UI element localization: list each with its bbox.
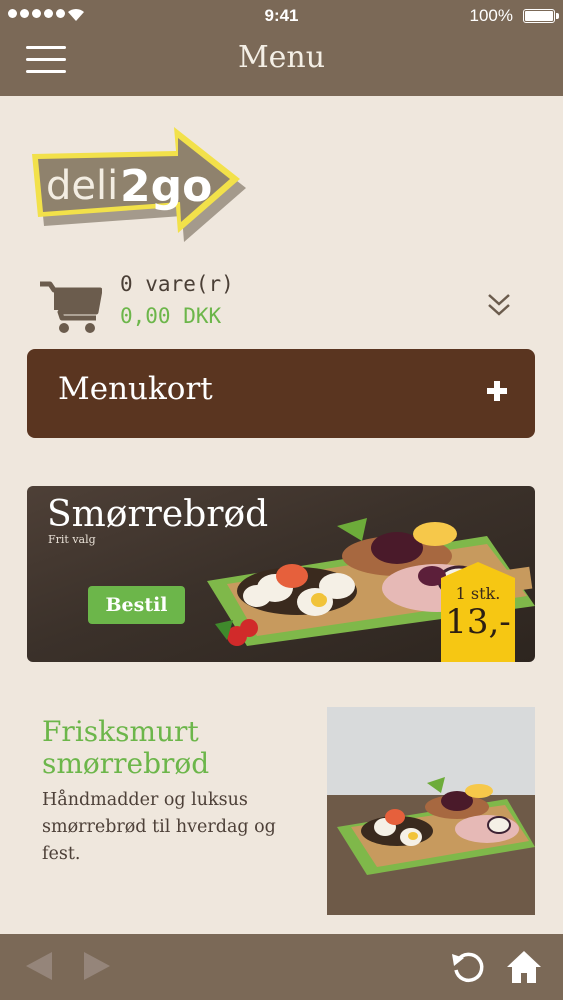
bestil-button[interactable]: Bestil [88, 586, 185, 624]
battery-percent: 100% [469, 6, 513, 25]
plus-icon [487, 381, 507, 401]
smorrebrod-photo[interactable] [327, 707, 535, 915]
info-description: Håndmadder og luksus smørrebrød til hver… [42, 790, 276, 864]
price-quantity: 1 stk. [455, 584, 501, 603]
info-title[interactable]: Frisksmurt smørrebrød [42, 716, 292, 780]
smorrebrod-banner[interactable]: Smørrebrød Frit valg Bestil 1 stk. 13,- [27, 486, 535, 662]
page-title: Menu [237, 40, 326, 75]
cart-total: 0,00 DKK [120, 304, 222, 328]
svg-text:deli: deli [46, 163, 118, 209]
price-value: 13,- [445, 602, 511, 642]
menukort-button[interactable]: Menukort [27, 349, 535, 438]
arrow-right-icon[interactable] [82, 950, 112, 982]
svg-text:2go: 2go [120, 161, 212, 212]
battery-icon [523, 9, 559, 23]
arrow-left-icon[interactable] [24, 950, 54, 982]
chevron-double-down-icon[interactable] [486, 292, 512, 318]
bottom-toolbar [0, 934, 563, 1000]
cart-icon [40, 281, 102, 333]
banner-title: Smørrebrød [47, 494, 269, 535]
cart-item-count: 0 vare(r) [120, 272, 234, 296]
banner-subtitle: Frit valg [48, 533, 96, 546]
menukort-label: Menukort [58, 371, 213, 407]
cart-summary[interactable]: 0 vare(r) 0,00 DKK [28, 268, 535, 338]
nav-bar: Menu [0, 33, 563, 96]
home-icon[interactable] [506, 950, 542, 984]
price-tag: 1 stk. 13,- [441, 562, 515, 662]
deli2go-logo: deli 2go [32, 127, 246, 242]
status-bar: 9:41 100% [0, 0, 563, 33]
refresh-icon[interactable] [450, 950, 486, 984]
